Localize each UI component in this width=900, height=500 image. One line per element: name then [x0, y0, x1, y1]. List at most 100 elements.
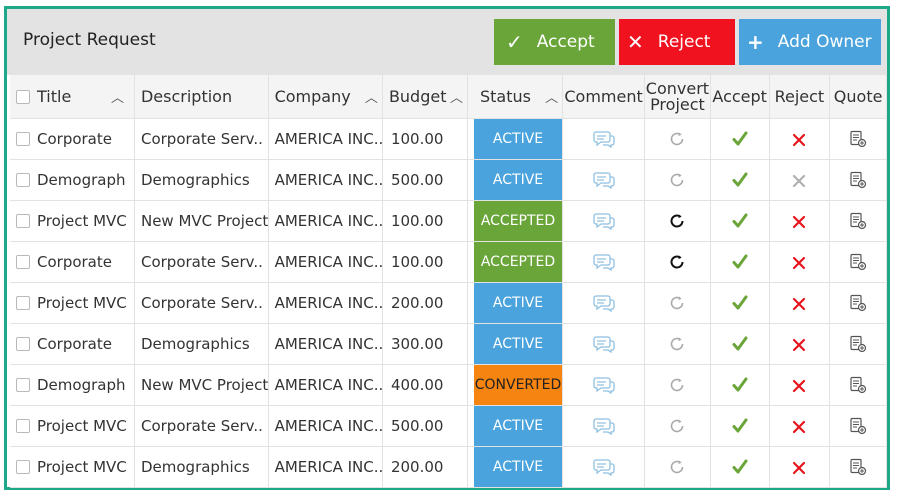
close-icon[interactable]	[791, 294, 807, 312]
comment-icon[interactable]	[592, 130, 615, 149]
comment-icon[interactable]	[592, 335, 615, 354]
cell-company: AMERICA INC...	[268, 282, 383, 324]
comment-icon[interactable]	[592, 212, 615, 231]
reject-button[interactable]: ✕ Reject	[619, 19, 735, 65]
column-header-company[interactable]: Company ︿	[268, 75, 383, 119]
row-checkbox[interactable]	[16, 377, 30, 392]
quote-icon[interactable]	[849, 171, 867, 189]
comment-icon[interactable]	[592, 253, 615, 272]
table-row[interactable]: Corporate Demographics AMERICA INC... 300.0…	[10, 323, 887, 365]
row-description: New MVC Project	[140, 376, 269, 394]
column-header-status[interactable]: Status ︿	[467, 75, 564, 119]
comment-icon[interactable]	[592, 376, 615, 395]
check-icon[interactable]	[731, 376, 749, 394]
comment-icon[interactable]	[592, 171, 615, 190]
column-header-quote[interactable]: Quote	[829, 75, 887, 119]
close-icon[interactable]	[791, 130, 807, 148]
row-checkbox[interactable]	[16, 336, 30, 351]
check-icon: ✓	[506, 30, 523, 54]
sort-asc-icon[interactable]: ︿	[450, 87, 463, 106]
sort-asc-icon[interactable]: ︿	[545, 87, 558, 106]
row-checkbox[interactable]	[16, 295, 30, 310]
cell-budget: 500.00	[382, 159, 468, 201]
row-description: Demographics	[140, 458, 250, 476]
cell-convert	[644, 200, 711, 242]
close-icon[interactable]	[791, 212, 807, 230]
select-all-checkbox[interactable]	[16, 89, 30, 104]
comment-icon[interactable]	[592, 294, 615, 313]
close-icon[interactable]	[791, 458, 807, 476]
column-quote-label: Quote	[833, 87, 883, 106]
check-icon[interactable]	[731, 130, 749, 148]
table-row[interactable]: Project MVC Corporate Serv.. AMERICA INC..…	[10, 405, 887, 447]
status-badge: ACTIVE	[473, 160, 562, 200]
column-header-title[interactable]: Title ︿	[10, 75, 135, 119]
cell-comment	[562, 159, 646, 201]
sort-asc-icon[interactable]: ︿	[365, 87, 378, 106]
cell-accept	[710, 118, 770, 160]
table-row[interactable]: Project MVC New MVC Project AMERICA INC...…	[10, 200, 887, 242]
check-icon[interactable]	[731, 294, 749, 312]
check-icon[interactable]	[731, 212, 749, 230]
check-icon[interactable]	[731, 417, 749, 435]
quote-icon[interactable]	[849, 294, 867, 312]
row-checkbox[interactable]	[16, 254, 30, 269]
cell-convert	[644, 364, 711, 406]
quote-icon[interactable]	[849, 130, 867, 148]
table-row[interactable]: Corporate Corporate Serv.. AMERICA INC... 1…	[10, 118, 887, 160]
column-header-comment[interactable]: Comment	[562, 75, 646, 119]
cell-description: Demographics	[134, 446, 269, 488]
sort-asc-icon[interactable]: ︿	[111, 87, 124, 106]
accept-button[interactable]: ✓ Accept	[494, 19, 615, 65]
status-badge: ACCEPTED	[473, 201, 562, 241]
quote-icon[interactable]	[849, 253, 867, 271]
cell-description: New MVC Project	[134, 364, 269, 406]
column-header-description[interactable]: Description	[134, 75, 269, 119]
quote-icon[interactable]	[849, 458, 867, 476]
close-icon[interactable]	[791, 335, 807, 353]
comment-icon[interactable]	[592, 458, 615, 477]
check-icon[interactable]	[731, 171, 749, 189]
row-checkbox[interactable]	[16, 213, 30, 228]
cell-reject	[769, 446, 831, 488]
refresh-icon[interactable]	[668, 253, 686, 271]
row-company: AMERICA INC...	[274, 171, 383, 189]
cell-comment	[562, 405, 646, 447]
accept-button-label: Accept	[536, 32, 595, 52]
close-icon[interactable]	[791, 253, 807, 271]
row-checkbox[interactable]	[16, 418, 30, 433]
row-checkbox[interactable]	[16, 131, 30, 146]
quote-icon[interactable]	[849, 417, 867, 435]
row-checkbox[interactable]	[16, 459, 30, 474]
row-description: Corporate Serv..	[140, 294, 263, 312]
close-icon[interactable]	[791, 376, 807, 394]
column-header-accept[interactable]: Accept	[710, 75, 770, 119]
cell-comment	[562, 118, 646, 160]
check-icon[interactable]	[731, 253, 749, 271]
cell-accept	[710, 241, 770, 283]
cell-quote	[829, 282, 887, 324]
column-header-budget[interactable]: Budget ︿	[382, 75, 468, 119]
add-owner-button[interactable]: + Add Owner	[739, 19, 881, 65]
row-title: Project MVC	[37, 458, 127, 476]
cell-status: CONVERTED	[467, 364, 564, 406]
table-row[interactable]: Corporate Corporate Serv.. AMERICA INC... 1…	[10, 241, 887, 283]
check-icon[interactable]	[731, 335, 749, 353]
quote-icon[interactable]	[849, 212, 867, 230]
table-row[interactable]: Project MVC Corporate Serv.. AMERICA INC..…	[10, 282, 887, 324]
row-budget: 200.00	[390, 458, 444, 476]
table-row[interactable]: Demograph Demographics AMERICA INC... 500.0…	[10, 159, 887, 201]
refresh-icon[interactable]	[668, 212, 686, 230]
cell-convert	[644, 241, 711, 283]
column-header-convert-project[interactable]: Convert Project	[644, 75, 711, 119]
column-header-reject[interactable]: Reject	[769, 75, 831, 119]
row-checkbox[interactable]	[16, 172, 30, 187]
table-row[interactable]: Demograph New MVC Project AMERICA INC... 40…	[10, 364, 887, 406]
check-icon[interactable]	[731, 458, 749, 476]
comment-icon[interactable]	[592, 417, 615, 436]
quote-icon[interactable]	[849, 376, 867, 394]
quote-icon[interactable]	[849, 335, 867, 353]
table-row[interactable]: Project MVC Demographics AMERICA INC... 200…	[10, 446, 887, 488]
close-icon[interactable]	[791, 417, 807, 435]
row-description: Demographics	[140, 171, 250, 189]
